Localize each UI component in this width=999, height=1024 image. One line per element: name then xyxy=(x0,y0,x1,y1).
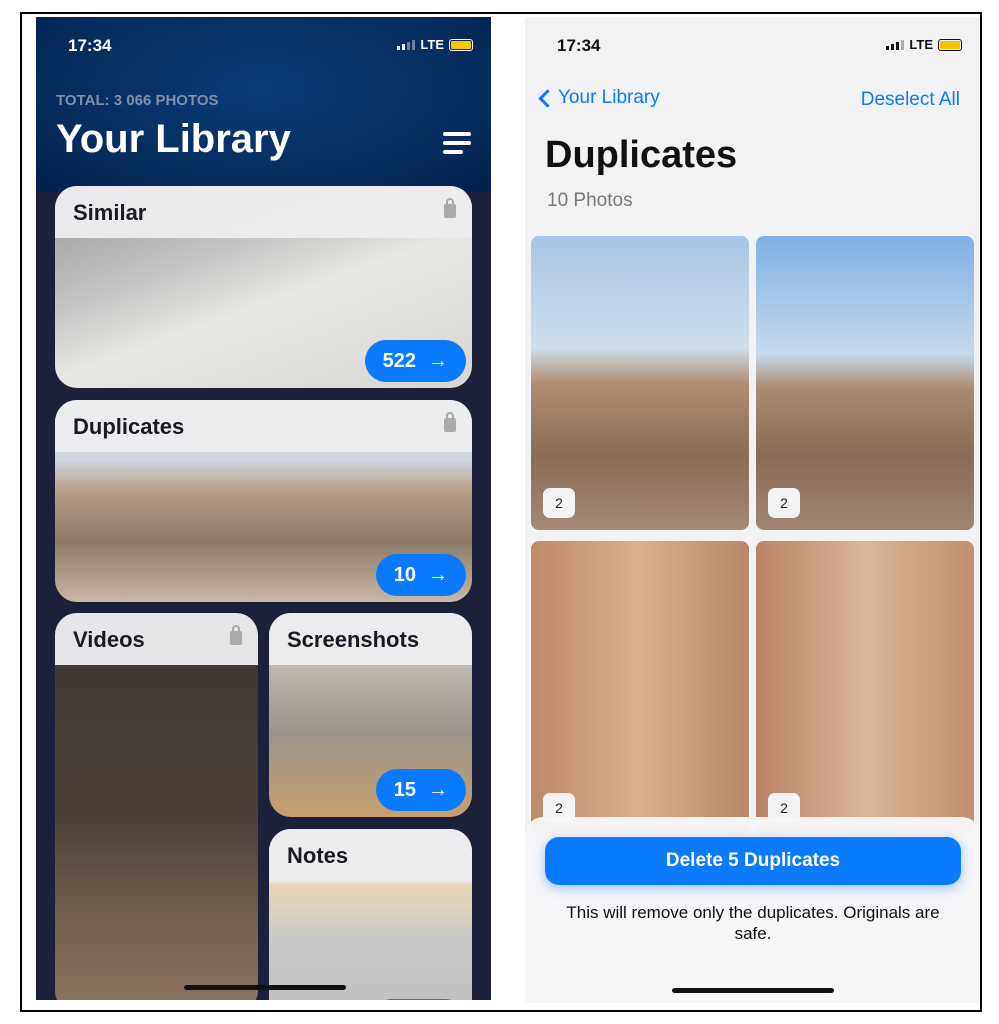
selection-badge[interactable]: 2 xyxy=(768,488,800,518)
page-title: Your Library xyxy=(56,117,291,161)
card-title: Videos xyxy=(73,627,145,652)
notes-count-button[interactable] xyxy=(371,999,466,1000)
battery-icon xyxy=(938,38,962,51)
network-label: LTE xyxy=(420,37,444,52)
back-button[interactable]: Your Library xyxy=(537,87,660,109)
signal-icon xyxy=(886,39,905,50)
status-icons: LTE xyxy=(397,37,473,52)
battery-icon xyxy=(449,38,473,51)
status-time: 17:34 xyxy=(557,36,601,55)
home-indicator xyxy=(184,985,346,990)
status-icons: LTE xyxy=(886,37,962,52)
photo-thumbnail[interactable]: 2 xyxy=(756,236,974,530)
arrow-right-icon: → xyxy=(428,779,448,801)
bottom-panel: Delete 5 Duplicates This will remove onl… xyxy=(525,817,980,1003)
home-indicator xyxy=(672,988,834,993)
photo-thumbnail[interactable]: 2 xyxy=(531,236,749,530)
photo-count: 10 Photos xyxy=(547,190,633,211)
status-time: 17:34 xyxy=(68,36,112,55)
lock-icon xyxy=(230,625,242,645)
arrow-right-icon: → xyxy=(428,350,448,372)
info-text: This will remove only the duplicates. Or… xyxy=(566,903,940,943)
duplicates-card[interactable]: Duplicates 10 → xyxy=(55,400,472,602)
arrow-right-icon: → xyxy=(428,564,448,586)
menu-icon[interactable] xyxy=(443,132,471,154)
duplicates-count-button[interactable]: 10 → xyxy=(375,554,466,596)
similar-count-button[interactable]: 522 → xyxy=(364,340,466,382)
photo-thumbnail[interactable]: 2 xyxy=(756,541,974,835)
card-title: Notes xyxy=(287,843,349,868)
similar-card[interactable]: Similar 522 → xyxy=(55,186,472,388)
selection-badge[interactable]: 2 xyxy=(543,488,575,518)
duplicates-screen: 17:34 LTE Your Library Deselect All Dupl… xyxy=(525,17,980,1003)
card-title: Similar xyxy=(73,200,147,225)
notes-card[interactable]: Notes xyxy=(269,829,472,1000)
library-screen: 17:34 LTE TOTAL: 3 066 PHOTOS Your Libra… xyxy=(36,17,491,1000)
screenshots-card[interactable]: Screenshots 15 → xyxy=(269,613,472,817)
page-title: Duplicates xyxy=(545,134,738,176)
videos-card[interactable]: Videos xyxy=(55,613,258,1000)
lock-icon xyxy=(444,198,456,218)
screenshots-count-button[interactable]: 15 → xyxy=(375,769,466,811)
card-title: Screenshots xyxy=(287,627,420,652)
chevron-left-icon xyxy=(538,88,557,108)
card-title: Duplicates xyxy=(73,414,185,439)
lock-icon xyxy=(444,412,456,432)
deselect-all-button[interactable]: Deselect All xyxy=(861,89,960,111)
signal-icon xyxy=(397,39,416,50)
total-photos: TOTAL: 3 066 PHOTOS xyxy=(56,92,219,109)
photo-thumbnail[interactable]: 2 xyxy=(531,541,749,835)
delete-duplicates-button[interactable]: Delete 5 Duplicates xyxy=(545,837,961,885)
network-label: LTE xyxy=(909,37,933,52)
